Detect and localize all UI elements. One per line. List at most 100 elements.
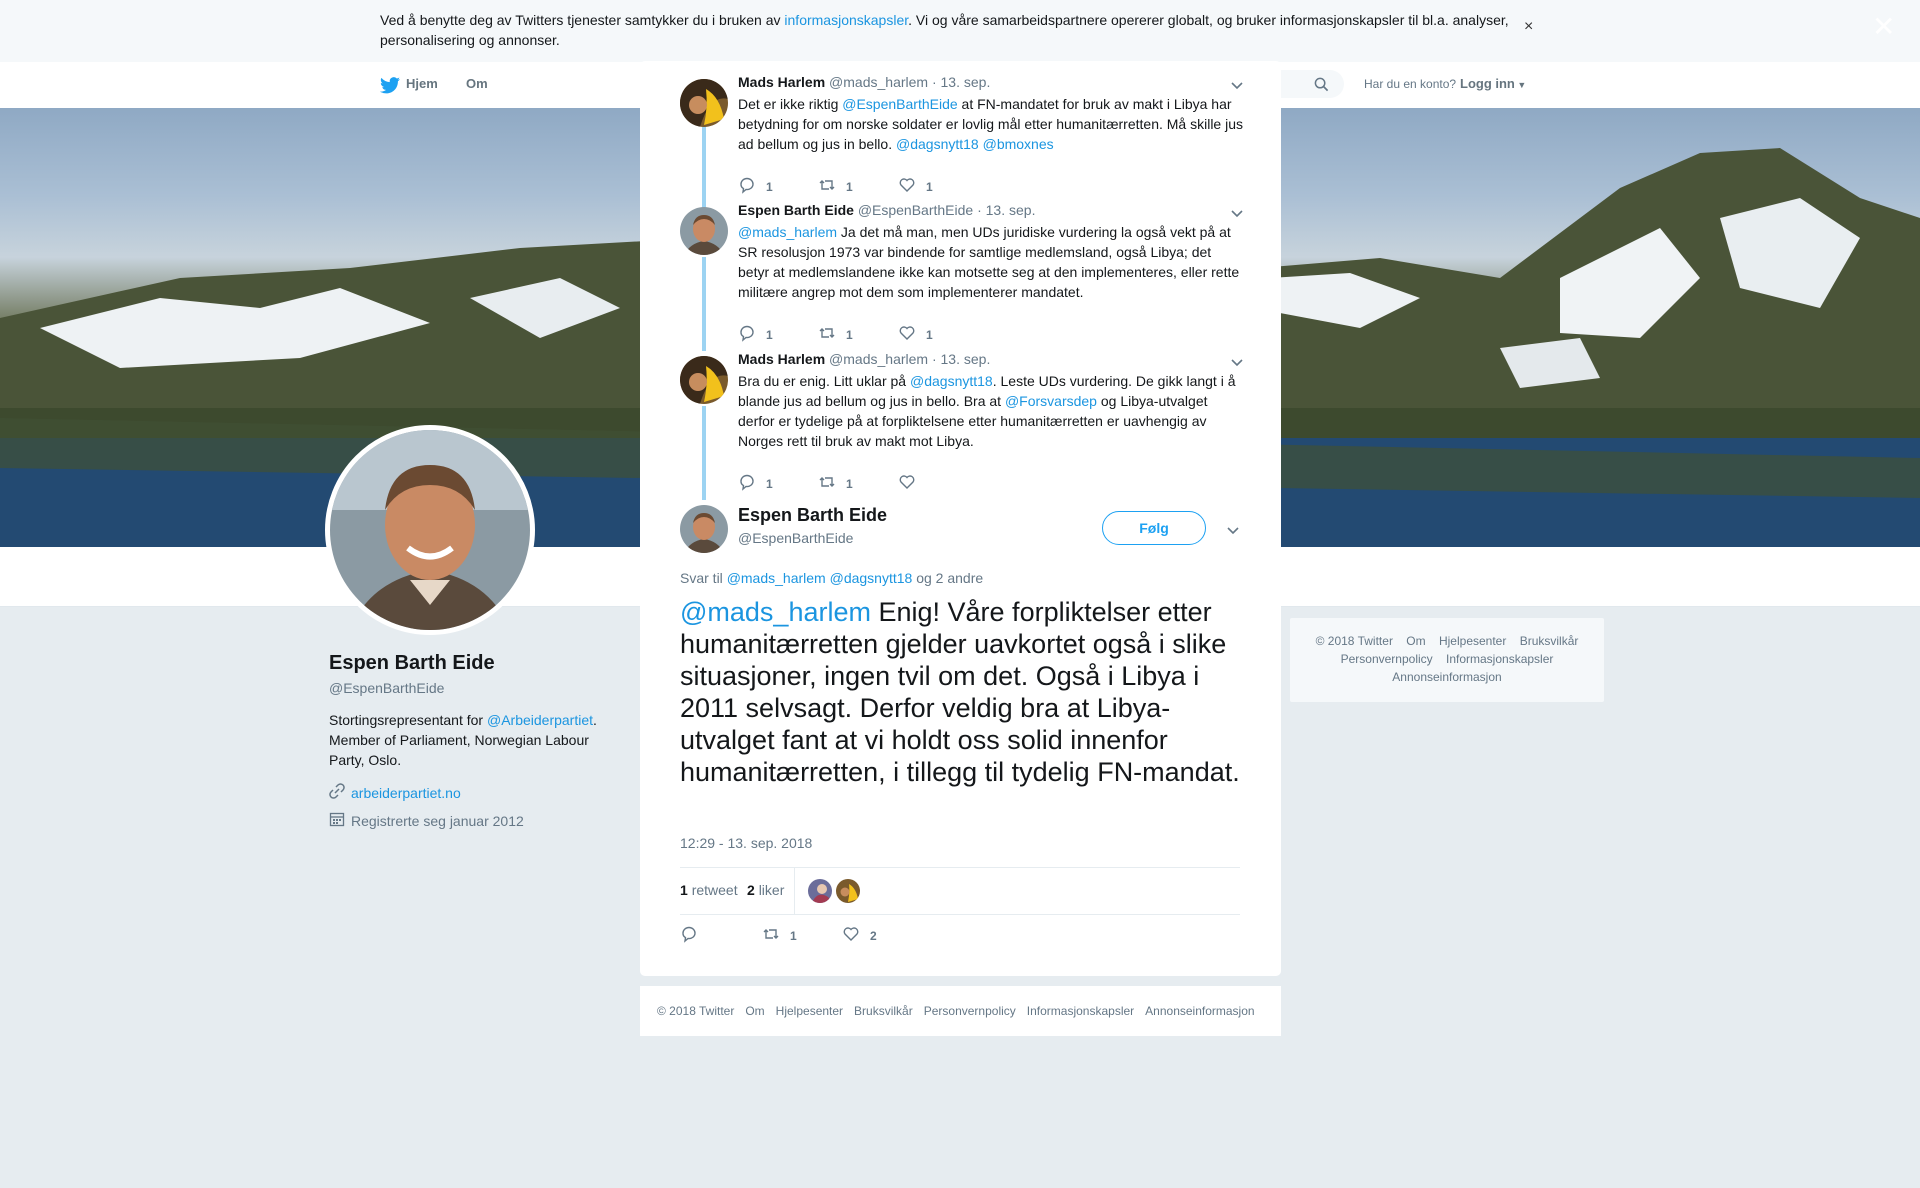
retweet-stat[interactable]: 1 retweet [680,882,738,898]
footer-link-cookies[interactable]: Informasjonskapsler [1027,1004,1134,1018]
reply-button[interactable] [680,925,762,946]
footer-copyright: © 2018 Twitter [657,1004,735,1018]
main-tweet-avatar[interactable] [680,505,728,553]
tweet-date[interactable]: · 13. sep. [977,202,1035,218]
mention-link[interactable]: @dagsnytt18 [910,373,993,389]
stats-divider [794,868,795,914]
mention-link[interactable]: @bmoxnes [979,136,1054,152]
like-stat[interactable]: 2 liker [747,882,784,898]
tweet-stats: 1 retweet 2 liker [680,867,1240,915]
like-count: 1 [926,179,933,194]
reply-button[interactable]: 1 [738,473,818,494]
avatar[interactable] [680,79,728,127]
reply-suffix[interactable]: og 2 andre [912,570,983,586]
mention-link[interactable]: @dagsnytt18 [896,136,979,152]
heart-icon [898,473,916,494]
close-icon[interactable]: ✕ [1872,10,1895,43]
tweet-modal: Mads Harlem @mads_harlem · 13. sep. Det … [640,61,1281,976]
retweet-count: 1 [846,476,853,491]
like-button[interactable] [898,473,978,494]
tweet-header: Mads Harlem @mads_harlem · 13. sep. [738,74,990,90]
reply-count: 1 [766,327,773,342]
retweet-icon [762,925,780,946]
tweet-header: Espen Barth Eide @EspenBarthEide · 13. s… [738,202,1035,218]
reply-icon [738,473,756,494]
main-tweet-timestamp[interactable]: 12:29 - 13. sep. 2018 [680,835,812,851]
heart-icon [898,176,916,197]
retweet-button[interactable]: 1 [762,925,842,946]
retweet-stat-label: retweet [691,882,738,898]
mention-link[interactable]: @mads_harlem [738,224,837,240]
tweet-date[interactable]: · 13. sep. [932,351,990,367]
tweet-actions: 1 1 1 [738,324,978,345]
follow-button[interactable]: Følg [1102,511,1206,545]
tweet-text: Det er ikke riktig @EspenBarthEide at FN… [738,94,1243,154]
retweet-icon [818,473,836,494]
retweet-button[interactable]: 1 [818,324,898,345]
reply-user-link[interactable]: @mads_harlem [727,570,826,586]
like-button[interactable]: 2 [842,925,922,946]
reply-count: 1 [766,179,773,194]
tweet-text-part: Bra du er enig. Litt uklar på [738,373,910,389]
mention-link[interactable]: @mads_harlem [680,597,871,627]
retweet-count: 1 [846,327,853,342]
tweet-author-handle[interactable]: @mads_harlem [829,74,928,90]
reply-user-link[interactable]: @dagsnytt18 [830,570,913,586]
footer-link-help[interactable]: Hjelpesenter [776,1004,843,1018]
tweet-text: @mads_harlem Ja det må man, men UDs juri… [738,222,1243,302]
chevron-down-icon[interactable] [1226,523,1240,539]
like-stat-label: liker [758,882,785,898]
footer-link-about[interactable]: Om [745,1004,764,1018]
modal-footer: © 2018 Twitter Om Hjelpesenter Bruksvilk… [640,986,1281,1036]
reply-prefix: Svar til [680,570,727,586]
reply-icon [738,324,756,345]
tweet-author-handle[interactable]: @mads_harlem [829,351,928,367]
like-count: 1 [926,327,933,342]
reply-icon [738,176,756,197]
main-tweet-text: @mads_harlem Enig! Våre forpliktelser et… [680,596,1245,788]
thread-tweet[interactable]: Mads Harlem @mads_harlem · 13. sep. Bra … [680,351,1243,501]
main-tweet-actions: 1 2 [680,925,922,946]
reply-button[interactable]: 1 [738,176,818,197]
tweet-date[interactable]: · 13. sep. [932,74,990,90]
like-button[interactable]: 1 [898,324,978,345]
footer-link-privacy[interactable]: Personvernpolicy [924,1004,1016,1018]
thread-tweet[interactable]: Mads Harlem @mads_harlem · 13. sep. Det … [680,74,1243,204]
avatar[interactable] [680,356,728,404]
tweet-text-part: Det er ikke riktig [738,96,843,112]
main-tweet-author-handle[interactable]: @EspenBarthEide [738,530,853,546]
like-button[interactable]: 1 [898,176,978,197]
liker-avatar[interactable] [808,879,832,903]
reply-icon [680,925,698,946]
tweet-author-handle[interactable]: @EspenBarthEide [858,202,973,218]
thread-tweet[interactable]: Espen Barth Eide @EspenBarthEide · 13. s… [680,202,1243,352]
avatar[interactable] [680,207,728,255]
retweet-count: 1 [790,928,797,943]
mention-link[interactable]: @EspenBarthEide [842,96,957,112]
chevron-down-icon[interactable] [1230,206,1244,218]
liker-avatar[interactable] [836,879,860,903]
tweet-header: Mads Harlem @mads_harlem · 13. sep. [738,351,990,367]
tweet-author-name[interactable]: Mads Harlem [738,351,825,367]
retweet-button[interactable]: 1 [818,176,898,197]
heart-icon [898,324,916,345]
retweet-button[interactable]: 1 [818,473,898,494]
tweet-author-name[interactable]: Espen Barth Eide [738,202,854,218]
footer-link-terms[interactable]: Bruksvilkår [854,1004,913,1018]
chevron-down-icon[interactable] [1230,355,1244,367]
retweet-stat-count: 1 [680,882,688,898]
mention-link[interactable]: @Forsvarsdep [1005,393,1097,409]
reply-context: Svar til @mads_harlem @dagsnytt18 og 2 a… [680,570,983,586]
main-tweet-author-name[interactable]: Espen Barth Eide [738,505,887,526]
chevron-down-icon[interactable] [1230,78,1244,90]
tweet-author-name[interactable]: Mads Harlem [738,74,825,90]
retweet-count: 1 [846,179,853,194]
footer-link-ads-info[interactable]: Annonseinformasjon [1145,1004,1254,1018]
reply-button[interactable]: 1 [738,324,818,345]
like-count: 2 [870,928,877,943]
tweet-text: Bra du er enig. Litt uklar på @dagsnytt1… [738,371,1243,451]
heart-icon [842,925,860,946]
retweet-icon [818,324,836,345]
retweet-icon [818,176,836,197]
reply-count: 1 [766,476,773,491]
